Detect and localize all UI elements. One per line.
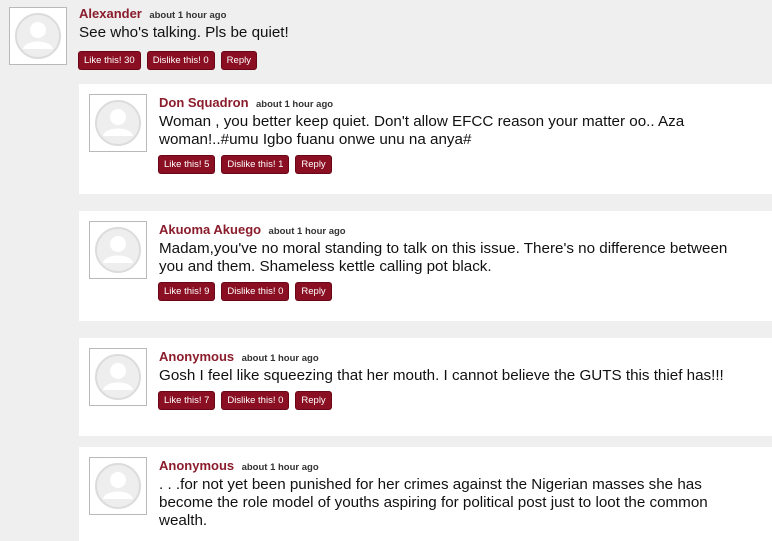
comment-text: Madam,you've no moral standing to talk o…: [159, 240, 728, 275]
like-button[interactable]: Like this! 7: [159, 392, 215, 409]
reply-button[interactable]: Reply: [296, 392, 331, 409]
reply-button[interactable]: Reply: [221, 52, 256, 69]
comment-meta: Anonymous about 1 hour ago: [159, 457, 754, 475]
reply-card: Don Squadron about 1 hour ago Woman , yo…: [79, 84, 772, 194]
comment-body: Don Squadron about 1 hour ago Woman , yo…: [159, 94, 754, 173]
comment-body: Anonymous about 1 hour ago . . .for not …: [159, 457, 754, 530]
dislike-button[interactable]: Dislike this! 0: [222, 283, 289, 300]
dislike-button[interactable]: Dislike this! 0: [147, 52, 214, 69]
reply-button[interactable]: Reply: [296, 283, 331, 300]
user-placeholder-icon: [95, 100, 141, 146]
comment-meta: Don Squadron about 1 hour ago: [159, 94, 754, 112]
comment-actions: Like this! 7 Dislike this! 0 Reply: [159, 392, 759, 409]
timestamp: about 1 hour ago: [241, 462, 319, 473]
avatar: [89, 94, 147, 152]
user-placeholder-icon: [95, 354, 141, 400]
dislike-button[interactable]: Dislike this! 0: [222, 392, 289, 409]
comment-actions: Like this! 30 Dislike this! 0 Reply: [79, 52, 749, 69]
reply-card: Akuoma Akuego about 1 hour ago Madam,you…: [79, 211, 772, 321]
comment-text: See who's talking. Pls be quiet!: [79, 24, 289, 41]
comment-body: Akuoma Akuego about 1 hour ago Madam,you…: [159, 221, 754, 300]
avatar: [9, 7, 67, 65]
user-placeholder-icon: [95, 227, 141, 273]
author-name[interactable]: Anonymous: [159, 349, 234, 364]
author-name[interactable]: Akuoma Akuego: [159, 222, 261, 237]
author-name[interactable]: Alexander: [79, 6, 142, 21]
comment-text: Gosh I feel like squeezing that her mout…: [159, 367, 724, 384]
comment-text: . . .for not yet been punished for her c…: [159, 476, 708, 529]
author-name[interactable]: Don Squadron: [159, 95, 249, 110]
user-placeholder-icon: [15, 13, 61, 59]
author-name[interactable]: Anonymous: [159, 458, 234, 473]
timestamp: about 1 hour ago: [268, 226, 346, 237]
comment-meta: Anonymous about 1 hour ago: [159, 348, 759, 366]
avatar: [89, 221, 147, 279]
reply-card: Anonymous about 1 hour ago Gosh I feel l…: [79, 338, 772, 436]
timestamp: about 1 hour ago: [241, 353, 319, 364]
timestamp: about 1 hour ago: [149, 10, 227, 21]
comment-body: Alexander about 1 hour ago See who's tal…: [79, 5, 749, 69]
reply-card: Anonymous about 1 hour ago . . .for not …: [79, 447, 772, 541]
user-placeholder-icon: [95, 463, 141, 509]
comment-actions: Like this! 9 Dislike this! 0 Reply: [159, 283, 754, 300]
like-button[interactable]: Like this! 9: [159, 283, 215, 300]
dislike-button[interactable]: Dislike this! 1: [222, 156, 289, 173]
like-button[interactable]: Like this! 30: [79, 52, 140, 69]
comment-body: Anonymous about 1 hour ago Gosh I feel l…: [159, 348, 759, 409]
comment-meta: Akuoma Akuego about 1 hour ago: [159, 221, 754, 239]
comment-text: Woman , you better keep quiet. Don't all…: [159, 113, 685, 148]
comment-meta: Alexander about 1 hour ago: [79, 5, 749, 23]
comment-actions: Like this! 5 Dislike this! 1 Reply: [159, 156, 754, 173]
like-button[interactable]: Like this! 5: [159, 156, 215, 173]
avatar: [89, 457, 147, 515]
reply-button[interactable]: Reply: [296, 156, 331, 173]
avatar: [89, 348, 147, 406]
timestamp: about 1 hour ago: [256, 99, 334, 110]
